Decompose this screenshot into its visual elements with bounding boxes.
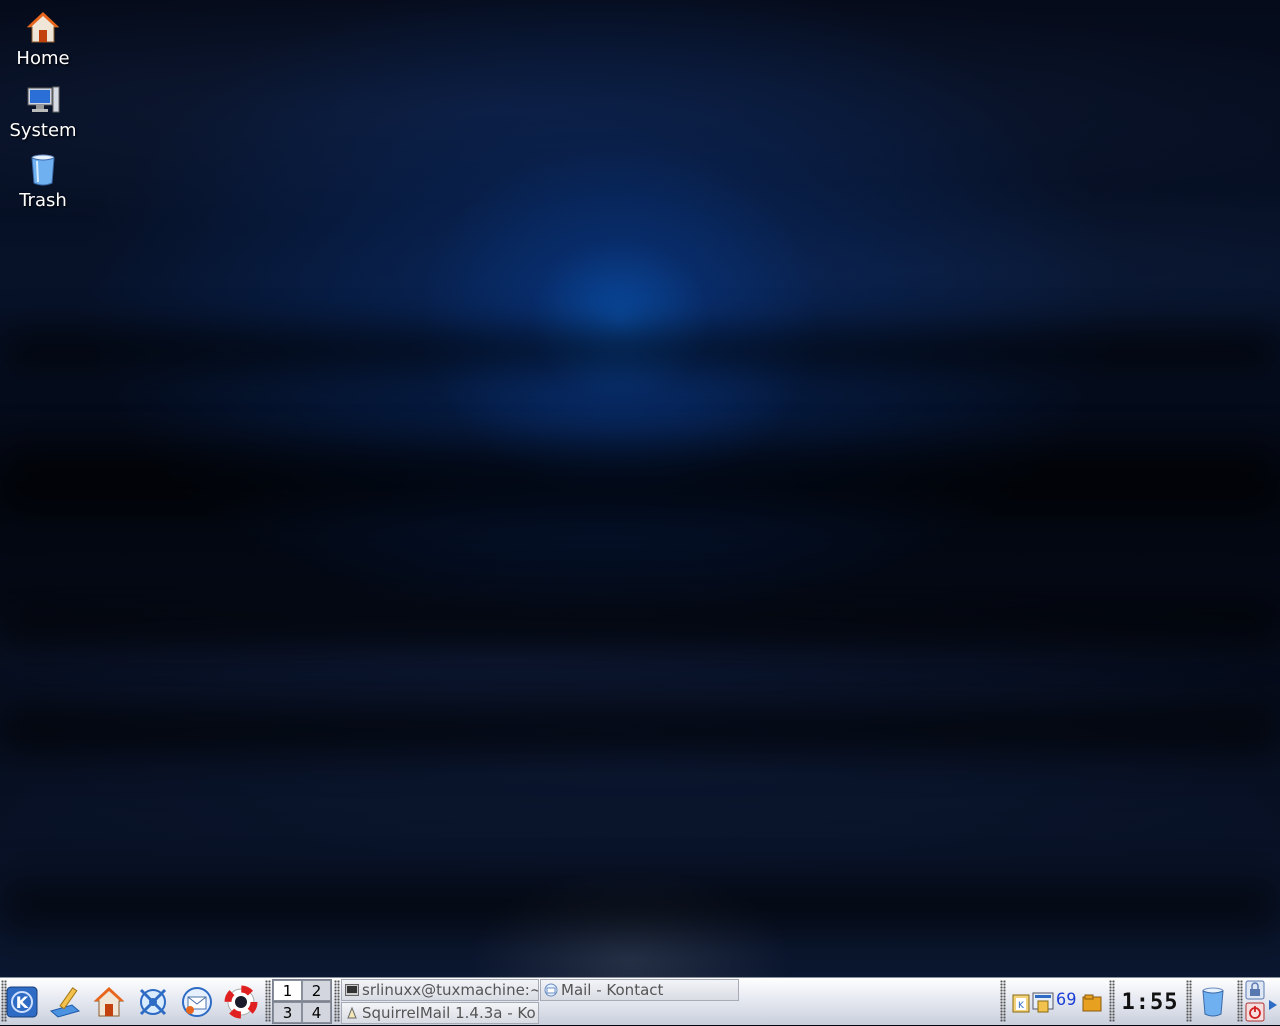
- wallpaper-band: [0, 445, 1280, 515]
- panel-handle[interactable]: [1186, 980, 1192, 1022]
- wallpaper-band: [0, 330, 1280, 370]
- panel-handle[interactable]: [1237, 980, 1243, 1022]
- panel-clock[interactable]: 1:55: [1118, 982, 1182, 1022]
- launcher-help[interactable]: [221, 982, 261, 1022]
- taskbar-item-label: Mail - Kontact: [561, 981, 664, 999]
- kde-menu-icon: K: [6, 986, 38, 1018]
- text-editor-icon: [49, 987, 81, 1018]
- taskbar-item-label: srlinuxx@tuxmachine:~: [362, 981, 539, 999]
- logout-button[interactable]: [1245, 1002, 1265, 1022]
- desktop-icon-label: System: [9, 120, 77, 141]
- taskbar-item-terminal[interactable]: srlinuxx@tuxmachine:~: [341, 979, 539, 1001]
- computer-icon: [27, 86, 60, 113]
- lock-screen-button[interactable]: [1245, 980, 1265, 1000]
- desktop-pager: 1 2 3 4: [272, 979, 332, 1024]
- pager-desktop-3[interactable]: 3: [273, 1002, 302, 1023]
- launcher-home[interactable]: [89, 982, 129, 1022]
- desktop-icon-system[interactable]: System: [0, 82, 86, 141]
- taskbar-item-label: SquirrelMail 1.4.3a - Ko: [362, 1004, 536, 1022]
- desktop-background[interactable]: Home System Trash: [0, 0, 1280, 977]
- home-icon: [26, 12, 60, 43]
- help-lifebuoy-icon: [224, 985, 258, 1019]
- power-icon: [1245, 1002, 1265, 1022]
- kde-menu-button[interactable]: K: [2, 982, 42, 1022]
- tray-badge-count[interactable]: 69: [1056, 990, 1076, 1010]
- mail-icon: [544, 983, 558, 997]
- messages-folder-icon[interactable]: [1082, 994, 1102, 1012]
- wallpaper-band: [0, 600, 1280, 645]
- desktop-icon-label: Trash: [19, 190, 67, 211]
- pager-desktop-4[interactable]: 4: [302, 1002, 331, 1023]
- klipper-clipboard-icon[interactable]: K: [1012, 993, 1030, 1013]
- svg-text:K: K: [16, 993, 29, 1012]
- wallpaper-band: [0, 705, 1280, 755]
- browser-icon: [347, 1006, 357, 1019]
- panel-handle[interactable]: [1109, 980, 1115, 1022]
- wallpaper-band: [0, 880, 1280, 930]
- panel-hide-button[interactable]: [1268, 996, 1278, 1010]
- launcher-kontact[interactable]: [177, 982, 217, 1022]
- network-monitor-icon[interactable]: [1032, 991, 1054, 1013]
- panel-handle[interactable]: [334, 980, 340, 1022]
- konqueror-browser-icon: [139, 988, 167, 1016]
- taskbar-item-mail[interactable]: Mail - Kontact: [540, 979, 739, 1001]
- desktop-icon-label: Home: [16, 48, 70, 69]
- panel-handle[interactable]: [265, 980, 271, 1022]
- trash-icon: [31, 154, 55, 186]
- terminal-icon: [345, 984, 359, 996]
- kontact-mail-icon: [182, 987, 212, 1017]
- taskbar-item-browser[interactable]: SquirrelMail 1.4.3a - Ko: [341, 1002, 539, 1024]
- launcher-text-editor[interactable]: [45, 982, 85, 1022]
- panel-handle[interactable]: [1000, 980, 1006, 1022]
- panel-trash-button[interactable]: [1193, 982, 1233, 1022]
- launcher-konqueror[interactable]: [133, 982, 173, 1022]
- desktop-icon-trash[interactable]: Trash: [0, 152, 86, 211]
- system-tray: K 69: [1008, 982, 1106, 1022]
- pager-desktop-1[interactable]: 1: [273, 980, 302, 1001]
- arrow-right-icon: [1269, 1000, 1277, 1010]
- home-folder-icon: [93, 987, 125, 1017]
- trash-icon: [1202, 987, 1224, 1017]
- pager-desktop-2[interactable]: 2: [302, 980, 331, 1001]
- desktop-icon-home[interactable]: Home: [0, 10, 86, 69]
- lock-icon: [1245, 980, 1265, 1000]
- kde-panel: K 1 2 3 4 srlinuxx@tuxmachine:~ Mail - K…: [0, 977, 1280, 1025]
